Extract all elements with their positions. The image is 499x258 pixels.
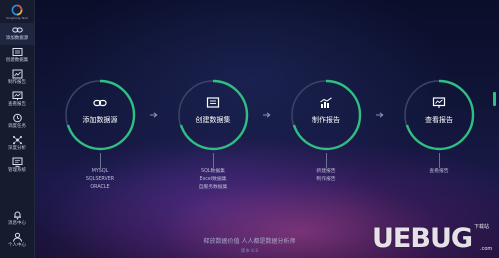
sidebar-item-label: 创建数据集 (5, 58, 29, 63)
arrow-right-icon (263, 112, 271, 118)
flow-node-create-dataset[interactable]: 创建数据集 (175, 77, 251, 153)
sub-item-view-report[interactable]: 查看报告 (414, 168, 464, 176)
sidebar-item-schedule[interactable]: 调度任务 (0, 111, 34, 133)
scrollbar-thumb[interactable] (493, 92, 496, 106)
sidebar-item-label: 查看报告 (8, 102, 26, 107)
sub-item-make-report[interactable]: 制作报告 (301, 176, 351, 184)
watermark-domain: .com (480, 246, 493, 252)
sidebar-item-label: 制作报告 (8, 80, 26, 85)
flow-node-title: 创建数据集 (195, 116, 231, 124)
sidebar-item-view-report[interactable]: 查看报告 (0, 89, 34, 111)
clock-icon (12, 113, 22, 123)
watermark: UEBUG (372, 223, 473, 254)
connector-line (100, 153, 101, 168)
logo: Yonghong Tech (0, 4, 34, 20)
sidebar-item-add-datasource[interactable]: 添加数据源 (0, 23, 34, 45)
sidebar: Yonghong Tech 添加数据源 创建数据集 制作报告 查看报告 调度任务… (0, 0, 35, 258)
sub-list-view: 查看报告 (414, 168, 464, 176)
sidebar-item-deep-analysis[interactable]: 深度分析 (0, 133, 34, 155)
arrow-right-icon (150, 112, 158, 118)
logo-text: Yonghong Tech (5, 16, 29, 20)
bell-icon (13, 211, 21, 220)
chart-icon (320, 97, 332, 108)
flow-node-title: 查看报告 (425, 116, 453, 124)
sub-list-dataset: SQL数据集 Excel数据集 自服务数据集 (188, 168, 238, 192)
arrow-right-icon (376, 112, 384, 118)
sidebar-item-label: 管理系统 (8, 168, 26, 173)
sidebar-item-manage[interactable]: 管理系统 (0, 155, 34, 177)
connector-line (326, 153, 327, 168)
sub-list-datasource: MYSQL SQLSERVER ORACLE (75, 168, 125, 192)
sub-item-mysql[interactable]: MYSQL (75, 168, 125, 176)
sidebar-item-label: 调度任务 (8, 124, 26, 129)
sub-item-excel-dataset[interactable]: Excel数据集 (188, 176, 238, 184)
connector-line (213, 153, 214, 168)
sub-list-report: 新建报告 制作报告 (301, 168, 351, 184)
sidebar-item-messages[interactable]: 消息中心 (0, 208, 34, 230)
sub-item-oracle[interactable]: ORACLE (75, 184, 125, 192)
report-view-icon (432, 97, 446, 108)
connector-line (439, 153, 440, 168)
logo-icon (11, 4, 23, 16)
sub-item-new-report[interactable]: 新建报告 (301, 168, 351, 176)
sub-item-sql-dataset[interactable]: SQL数据集 (188, 168, 238, 176)
sidebar-item-label: 深度分析 (8, 146, 26, 151)
link-icon (11, 27, 23, 33)
link-icon (93, 99, 107, 107)
sidebar-item-label: 消息中心 (8, 221, 26, 226)
sub-item-sqlserver[interactable]: SQLSERVER (75, 176, 125, 184)
dataset-icon (206, 97, 220, 108)
watermark-sub: 下载站 (474, 224, 490, 230)
sidebar-item-label: 添加数据源 (5, 36, 29, 41)
flow-node-view-report[interactable]: 查看报告 (401, 77, 477, 153)
report-view-icon (12, 91, 22, 101)
sub-item-self-service-dataset[interactable]: 自服务数据集 (188, 184, 238, 192)
flow-node-title: 制作报告 (312, 116, 340, 124)
chart-icon (12, 69, 22, 79)
flow-node-make-report[interactable]: 制作报告 (288, 77, 364, 153)
sidebar-item-make-report[interactable]: 制作报告 (0, 67, 34, 89)
analysis-icon (12, 136, 22, 145)
flow-node-title: 添加数据源 (82, 116, 118, 124)
dataset-icon (12, 48, 22, 56)
sidebar-item-create-dataset[interactable]: 创建数据集 (0, 45, 34, 67)
manage-icon (12, 157, 22, 167)
flow-node-add-datasource[interactable]: 添加数据源 (62, 77, 138, 153)
